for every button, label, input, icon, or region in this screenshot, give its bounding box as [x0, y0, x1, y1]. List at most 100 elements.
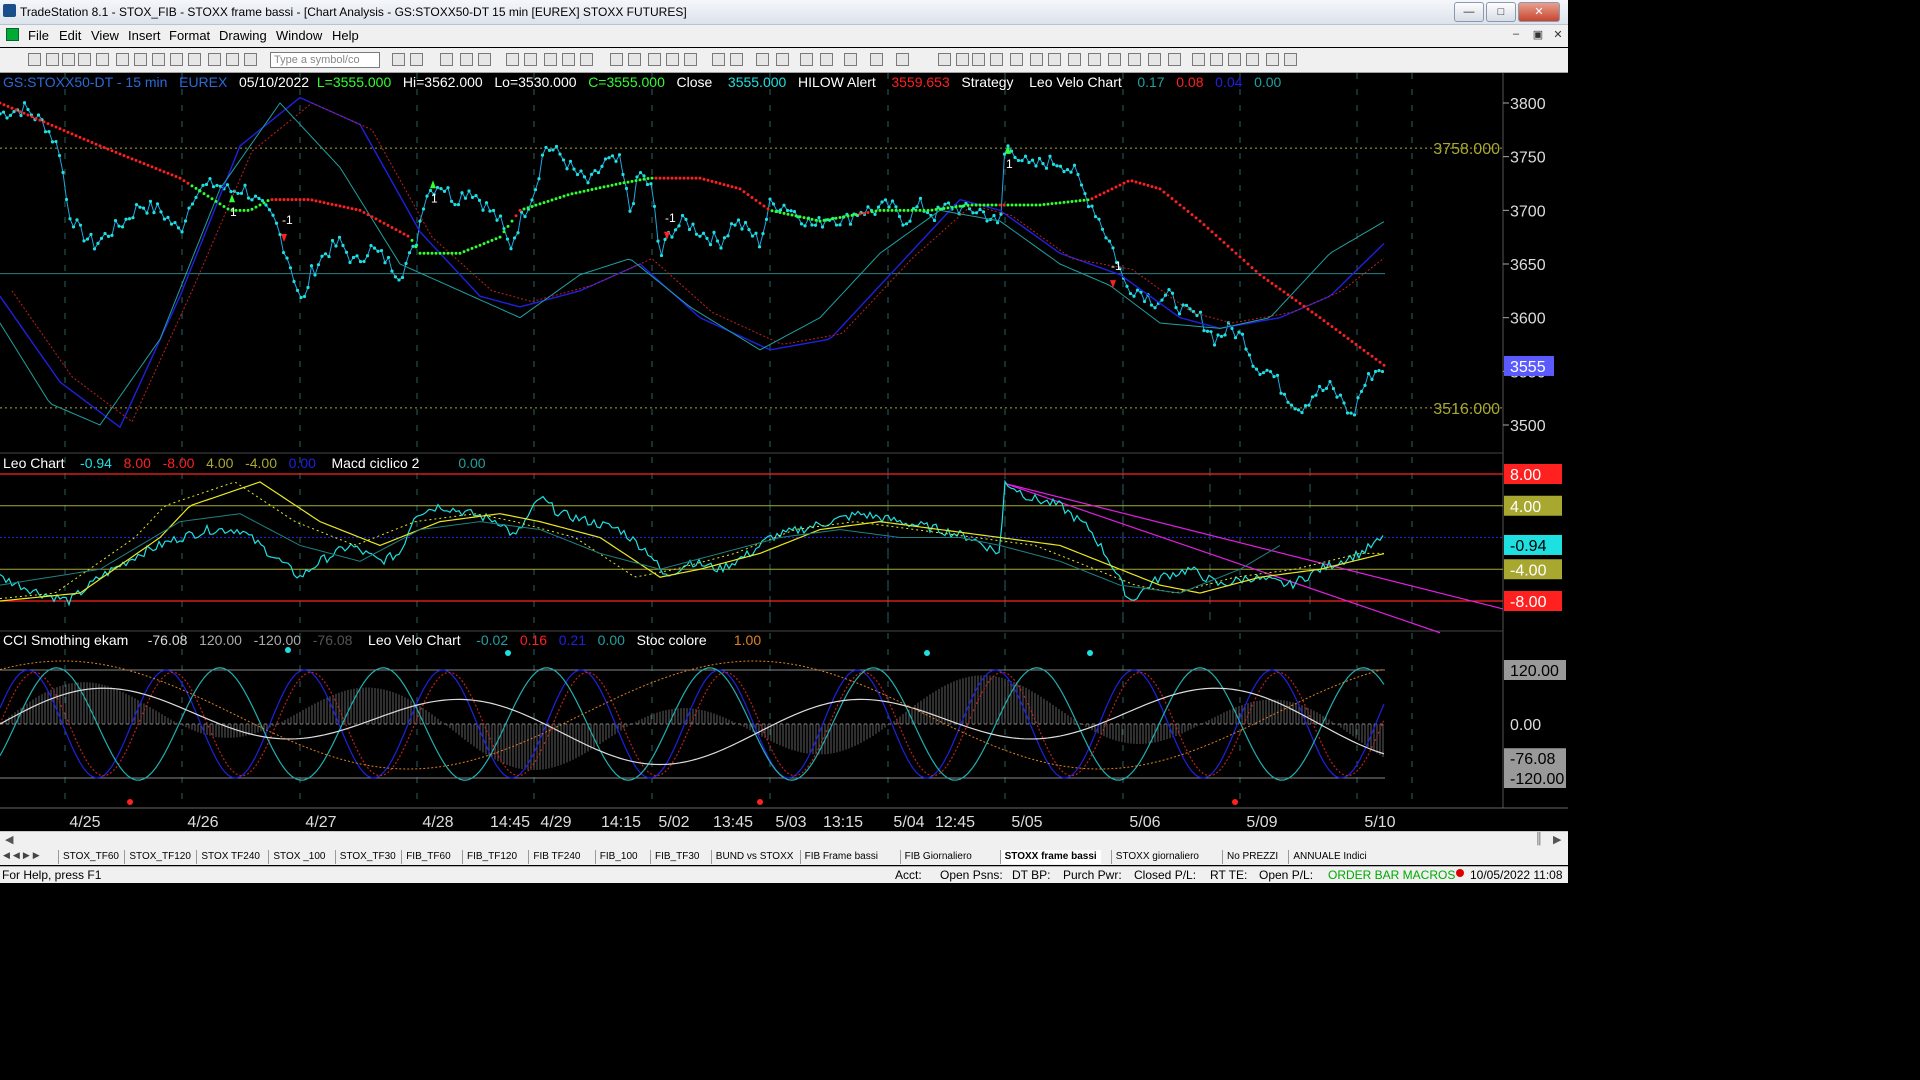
mdi-restore-icon[interactable]: ▣ [1530, 28, 1546, 42]
tab-stoxx-frame-bassi[interactable]: STOXX frame bassi [999, 850, 1101, 864]
toolbar-button-icon[interactable] [1168, 53, 1181, 66]
toolbar-button-icon[interactable] [188, 53, 201, 66]
toolbar-button-icon[interactable] [756, 53, 769, 66]
mdi-close-icon[interactable]: ✕ [1550, 28, 1566, 42]
tab-fib-tf240[interactable]: FIB TF240 [528, 850, 584, 864]
price-dot [1153, 306, 1157, 310]
toolbar-button-icon[interactable] [1266, 53, 1279, 66]
toolbar-button-icon[interactable] [1048, 53, 1061, 66]
menu-insert[interactable]: Insert [128, 28, 161, 43]
toolbar-button-icon[interactable] [170, 53, 183, 66]
toolbar-button-icon[interactable] [684, 53, 697, 66]
tab-no-prezzi[interactable]: No PREZZI [1222, 850, 1282, 864]
tab-stox-tf60[interactable]: STOX_TF60 [58, 850, 123, 864]
toolbar-button-icon[interactable] [938, 53, 951, 66]
toolbar-button-icon[interactable] [1228, 53, 1241, 66]
toolbar-button-icon[interactable] [226, 53, 239, 66]
minimize-button[interactable]: — [1454, 2, 1484, 22]
toolbar-button-icon[interactable] [28, 53, 41, 66]
scroll-left-icon[interactable]: ◀ [5, 833, 13, 846]
toolbar-button-icon[interactable] [1148, 53, 1161, 66]
toolbar-button-icon[interactable] [524, 53, 537, 66]
toolbar-button-icon[interactable] [610, 53, 623, 66]
toolbar-button-icon[interactable] [870, 53, 883, 66]
toolbar-button-icon[interactable] [62, 53, 75, 66]
menu-view[interactable]: View [91, 28, 119, 43]
hilow-dot [310, 198, 314, 202]
toolbar-button-icon[interactable] [956, 53, 969, 66]
toolbar-button-icon[interactable] [1246, 53, 1259, 66]
toolbar-button-icon[interactable] [990, 53, 1003, 66]
toolbar-button-icon[interactable] [96, 53, 109, 66]
toolbar-button-icon[interactable] [844, 53, 857, 66]
close-button[interactable]: ✕ [1518, 2, 1560, 22]
menu-drawing[interactable]: Drawing [219, 28, 267, 43]
tab-nav-icon[interactable]: ◀◀▶▶ [3, 850, 43, 861]
toolbar-button-icon[interactable] [244, 53, 257, 66]
mdi-minimize-icon[interactable]: – [1508, 28, 1524, 42]
toolbar-button-icon[interactable] [544, 53, 557, 66]
tab-fib-tf60[interactable]: FIB_TF60 [401, 850, 454, 864]
toolbar-button-icon[interactable] [506, 53, 519, 66]
menu-file[interactable]: File [28, 28, 49, 43]
price-dot [1258, 372, 1262, 377]
tab-stox-tf240[interactable]: STOX TF240 [196, 850, 264, 864]
toolbar-button-icon[interactable] [208, 53, 221, 66]
toolbar-button-icon[interactable] [1088, 53, 1101, 66]
toolbar-button-icon[interactable] [820, 53, 833, 66]
toolbar-button-icon[interactable] [78, 53, 91, 66]
status-macros[interactable]: ORDER BAR MACROS [1328, 868, 1455, 882]
chart-area[interactable]: 1-11-11-13800375037003650360035503500375… [0, 73, 1568, 830]
toolbar-button-icon[interactable] [460, 53, 473, 66]
toolbar-button-icon[interactable] [46, 53, 59, 66]
maximize-button[interactable]: □ [1486, 2, 1516, 22]
toolbar-button-icon[interactable] [730, 53, 743, 66]
tab-stox-100[interactable]: STOX _100 [268, 850, 329, 864]
toolbar-button-icon[interactable] [152, 53, 165, 66]
tab-stox-tf120[interactable]: STOX_TF120 [124, 850, 195, 864]
scroll-thumb-icon[interactable]: ║ [1535, 833, 1543, 845]
toolbar-button-icon[interactable] [1284, 53, 1297, 66]
toolbar-button-icon[interactable] [628, 53, 641, 66]
menu-edit[interactable]: Edit [59, 28, 81, 43]
menu-window[interactable]: Window [276, 28, 322, 43]
toolbar-button-icon[interactable] [1210, 53, 1223, 66]
toolbar-button-icon[interactable] [440, 53, 453, 66]
toolbar-button-icon[interactable] [1128, 53, 1141, 66]
toolbar-button-icon[interactable] [580, 53, 593, 66]
toolbar-button-icon[interactable] [712, 53, 725, 66]
tab-bund-vs-stoxx[interactable]: BUND vs STOXX [710, 850, 798, 864]
toolbar-button-icon[interactable] [116, 53, 129, 66]
toolbar-button-icon[interactable] [1192, 53, 1205, 66]
toolbar-button-icon[interactable] [1108, 53, 1121, 66]
tab-fib-100[interactable]: FIB_100 [594, 850, 642, 864]
toolbar-button-icon[interactable] [1010, 53, 1023, 66]
tab-fib-tf120[interactable]: FIB_TF120 [462, 850, 521, 864]
tab-stoxx-giornaliero[interactable]: STOXX giornaliero [1110, 850, 1203, 864]
toolbar-button-icon[interactable] [972, 53, 985, 66]
toolbar-button-icon[interactable] [800, 53, 813, 66]
tab-fib-frame-bassi[interactable]: FIB Frame bassi [799, 850, 882, 864]
menu-format[interactable]: Format [169, 28, 210, 43]
horizontal-scrollbar[interactable]: ◀ ║ ▶ [0, 831, 1568, 849]
toolbar-button-icon[interactable] [896, 53, 909, 66]
menu-help[interactable]: Help [332, 28, 359, 43]
tab-fib-tf30[interactable]: FIB_TF30 [650, 850, 703, 864]
hilow-dot [1054, 201, 1058, 205]
tab-annuale-indici[interactable]: ANNUALE Indici [1288, 850, 1370, 864]
toolbar-button-icon[interactable] [776, 53, 789, 66]
toolbar-button-icon[interactable] [648, 53, 661, 66]
tab-stox-tf30[interactable]: STOX_TF30 [334, 850, 400, 864]
toolbar-button-icon[interactable] [478, 53, 491, 66]
toolbar-button-icon[interactable] [666, 53, 679, 66]
toolbar-button-icon[interactable] [1068, 53, 1081, 66]
toolbar-button-icon[interactable] [392, 53, 405, 66]
tab-fib-giornaliero[interactable]: FIB Giornaliero [899, 850, 976, 864]
scroll-right-icon[interactable]: ▶ [1553, 833, 1561, 846]
hilow-dot [486, 240, 490, 244]
symbol-input[interactable]: Type a symbol/co [270, 52, 380, 68]
toolbar-button-icon[interactable] [134, 53, 147, 66]
toolbar-button-icon[interactable] [410, 53, 423, 66]
toolbar-button-icon[interactable] [562, 53, 575, 66]
toolbar-button-icon[interactable] [1030, 53, 1043, 66]
